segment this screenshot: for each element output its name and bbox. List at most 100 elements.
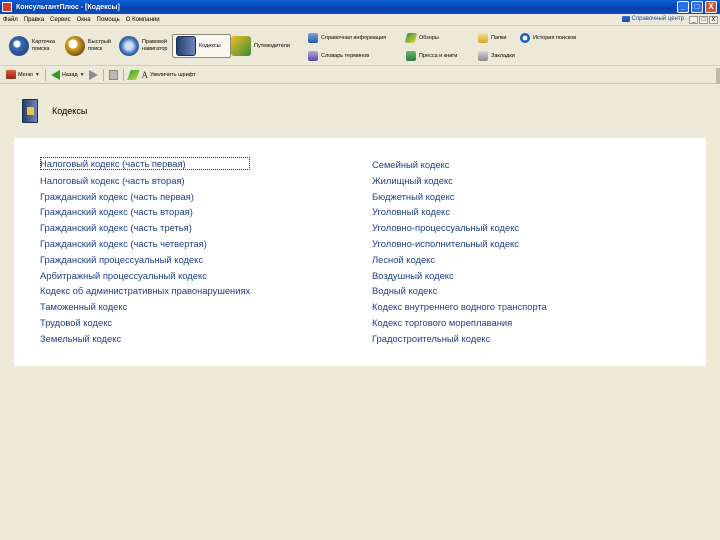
term-dictionary-button[interactable]: Словарь терминов <box>308 50 369 62</box>
bookmark-icon <box>478 51 488 61</box>
code-link[interactable]: Лесной кодекс <box>372 252 547 268</box>
minimize-button[interactable]: _ <box>677 1 689 13</box>
menu-help[interactable]: Помощь <box>94 17 123 23</box>
globe-icon <box>119 36 139 56</box>
code-link[interactable]: Уголовно-процессуальный кодекс <box>372 220 547 236</box>
history-label: История поисков <box>533 35 577 41</box>
review-button[interactable]: Обзоры <box>404 32 439 44</box>
copy-button[interactable] <box>108 69 118 80</box>
code-link[interactable]: Кодекс об административных правонарушени… <box>40 283 250 299</box>
app-window: КонсультантПлюс - [Кодексы] _ □ X Файл П… <box>0 0 720 540</box>
font-size-icon: A <box>141 69 149 80</box>
back-arrow-icon <box>50 69 60 80</box>
lightning-icon <box>126 69 140 80</box>
page-title: Кодексы <box>52 106 88 116</box>
review-label: Обзоры <box>419 35 439 41</box>
copy-icon <box>108 69 118 80</box>
toolbar-separator <box>102 68 104 81</box>
reference-center-icon <box>621 16 630 22</box>
document-window-controls: _ □ X <box>689 16 718 24</box>
forward-arrow-icon <box>88 69 98 80</box>
codes-button[interactable]: Кодексы <box>172 34 231 58</box>
code-link[interactable]: Налоговый кодекс (часть первая) <box>40 157 251 170</box>
code-link[interactable]: Водный кодекс <box>372 283 547 299</box>
doc-maximize-button[interactable]: □ <box>699 16 708 24</box>
card-search-label: Карточка поиска <box>32 39 56 52</box>
menu-windows[interactable]: Окна <box>74 17 94 23</box>
secondary-toolbar: Меню ▼ Назад ▼ A Увеличить шрифт <box>0 66 720 84</box>
code-link[interactable]: Гражданский кодекс (часть первая) <box>40 189 250 205</box>
back-button[interactable]: Назад ▼ <box>50 69 85 80</box>
legal-navigator-label: Правовой навигатор <box>142 39 168 52</box>
code-link[interactable]: Семейный кодекс <box>372 157 547 173</box>
dictionary-icon <box>308 51 318 61</box>
guides-button[interactable]: Путеводители <box>228 34 301 58</box>
press-books-button[interactable]: Пресса и книги <box>406 50 457 62</box>
code-link[interactable]: Трудовой кодекс <box>40 315 250 331</box>
books-icon <box>406 51 416 61</box>
code-link[interactable]: Гражданский кодекс (часть вторая) <box>40 204 250 220</box>
close-button[interactable]: X <box>705 1 717 13</box>
quick-search-icon <box>65 36 85 56</box>
reference-info-button[interactable]: Справочная информация <box>308 32 386 44</box>
scrollbar-stub[interactable] <box>716 68 720 84</box>
code-link[interactable]: Жилищный кодекс <box>372 173 547 189</box>
code-link[interactable]: Земельный кодекс <box>40 331 250 347</box>
quick-search-button[interactable]: Быстрый поиск <box>62 34 119 58</box>
doc-close-button[interactable]: X <box>709 16 718 24</box>
codes-book-icon <box>22 99 38 123</box>
menu-edit[interactable]: Правка <box>21 17 47 23</box>
page-header: Кодексы <box>14 91 706 131</box>
code-link[interactable]: Кодекс торгового мореплавания <box>372 315 547 331</box>
toolbar-separator <box>44 68 46 81</box>
reference-info-label: Справочная информация <box>321 35 387 41</box>
codes-column-left: Налоговый кодекс (часть первая) Налоговы… <box>40 157 251 347</box>
codes-book-icon <box>176 36 196 56</box>
quick-search-label: Быстрый поиск <box>88 39 111 52</box>
code-link[interactable]: Уголовно-исполнительный кодекс <box>372 236 547 252</box>
guides-icon <box>231 36 251 56</box>
menu-file[interactable]: Файл <box>0 17 21 23</box>
code-link[interactable]: Арбитражный процессуальный кодекс <box>40 268 250 284</box>
press-books-label: Пресса и книги <box>419 53 458 59</box>
history-button[interactable]: История поисков <box>520 32 576 44</box>
menu-service[interactable]: Сервис <box>47 17 74 23</box>
folders-button[interactable]: Папки <box>478 32 506 44</box>
forward-button[interactable] <box>88 69 98 80</box>
codes-list-panel: Налоговый кодекс (часть первая) Налоговы… <box>14 138 706 366</box>
title-bar[interactable]: КонсультантПлюс - [Кодексы] _ □ X <box>0 0 720 14</box>
menu-label: Меню <box>18 71 33 78</box>
window-title: КонсультантПлюс - [Кодексы] <box>16 3 120 11</box>
main-toolbar: Карточка поиска Быстрый поиск Правовой н… <box>0 27 720 66</box>
codes-label: Кодексы <box>199 42 221 49</box>
menu-about[interactable]: О Компании <box>123 17 163 23</box>
change-font-button[interactable]: A Увеличить шрифт <box>142 70 196 80</box>
code-link[interactable]: Налоговый кодекс (часть вторая) <box>40 173 250 189</box>
code-link[interactable]: Кодекс внутреннего водного транспорта <box>372 299 547 315</box>
code-link[interactable]: Гражданский процессуальный кодекс <box>40 252 250 268</box>
reference-center-label: Справочный центр <box>631 16 684 22</box>
toolbar-separator <box>122 68 124 81</box>
code-link[interactable]: Гражданский кодекс (часть четвертая) <box>40 236 250 252</box>
doc-minimize-button[interactable]: _ <box>689 16 698 24</box>
code-link[interactable]: Уголовный кодекс <box>372 204 547 220</box>
reference-center-link[interactable]: Справочный центр <box>621 16 684 22</box>
chevron-down-icon: ▼ <box>79 71 85 78</box>
bookmarks-button[interactable]: Закладки <box>478 50 515 62</box>
quick-action-button[interactable] <box>126 69 140 80</box>
window-controls: _ □ X <box>677 1 717 13</box>
menu-bar: Файл Правка Сервис Окна Помощь О Компани… <box>0 14 720 26</box>
code-link[interactable]: Градостроительный кодекс <box>372 331 547 347</box>
code-link[interactable]: Гражданский кодекс (часть третья) <box>40 220 250 236</box>
code-link[interactable]: Таможенный кодекс <box>40 299 250 315</box>
legal-navigator-button[interactable]: Правовой навигатор <box>116 34 177 58</box>
card-search-button[interactable]: Карточка поиска <box>6 34 65 58</box>
code-link[interactable]: Бюджетный кодекс <box>372 189 547 205</box>
magnifier-icon <box>9 36 29 56</box>
change-font-label: Увеличить шрифт <box>150 71 196 78</box>
code-link[interactable]: Воздушный кодекс <box>372 268 547 284</box>
menu-button[interactable]: Меню ▼ <box>6 70 40 79</box>
maximize-button[interactable]: □ <box>691 1 703 13</box>
bookmarks-label: Закладки <box>491 53 515 59</box>
pen-icon <box>404 33 418 43</box>
